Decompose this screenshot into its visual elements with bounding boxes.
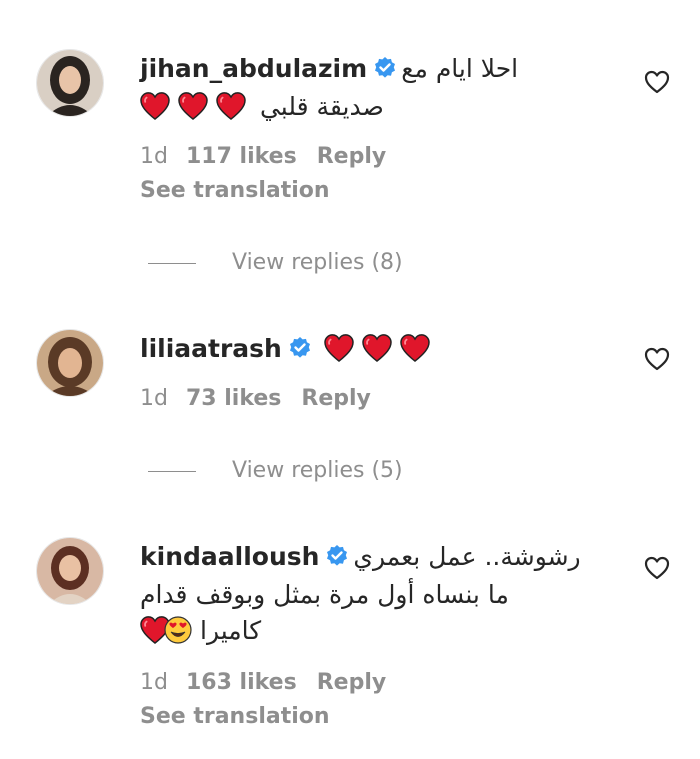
view-replies-button[interactable]: View replies (5): [148, 458, 403, 483]
avatar[interactable]: [36, 329, 104, 397]
likes-count[interactable]: 163 likes: [186, 670, 297, 695]
comment-text-line3: كاميرا: [140, 614, 261, 648]
heart-outline-icon[interactable]: [644, 70, 670, 94]
comment-body: رشوشة.. عمل بعمري: [353, 542, 581, 571]
comment-text: jihan_abdulazim احلا ايام مع: [140, 52, 518, 86]
verified-badge-icon: [325, 544, 349, 568]
likes-count[interactable]: 73 likes: [186, 386, 281, 411]
comment-text: liliaatrash: [140, 332, 430, 366]
divider-dash: [148, 262, 196, 264]
comment-meta: 1d 73 likes Reply: [140, 386, 371, 411]
verified-badge-icon: [288, 336, 312, 360]
reply-button[interactable]: Reply: [317, 670, 387, 695]
timestamp[interactable]: 1d: [140, 386, 168, 411]
heart-outline-icon[interactable]: [644, 347, 670, 371]
username[interactable]: liliaatrash: [140, 334, 282, 363]
comment-text-line2: ما بنساه أول مرة بمثل وبوقف قدام: [140, 578, 509, 612]
view-replies-label: View replies (5): [232, 458, 403, 483]
view-replies-button[interactable]: View replies (8): [148, 250, 403, 275]
username[interactable]: kindaalloush: [140, 542, 319, 571]
divider-dash: [148, 470, 196, 472]
timestamp[interactable]: 1d: [140, 144, 168, 169]
heart-emoji-group: [316, 334, 430, 363]
see-translation-button[interactable]: See translation: [140, 704, 330, 729]
username[interactable]: jihan_abdulazim: [140, 54, 367, 83]
comment-text: kindaalloush رشوشة.. عمل بعمري: [140, 540, 581, 574]
comment-body: كاميرا: [200, 616, 262, 645]
comment-body: صديقة قلبي: [259, 92, 384, 121]
verified-badge-icon: [373, 56, 397, 80]
see-translation-button[interactable]: See translation: [140, 178, 330, 203]
likes-count[interactable]: 117 likes: [186, 144, 297, 169]
red-heart-emoji-icon: [140, 92, 170, 120]
comment-text-line2: صديقة قلبي: [140, 90, 384, 124]
red-heart-emoji-icon: [216, 92, 246, 120]
timestamp[interactable]: 1d: [140, 670, 168, 695]
heart-emoji-group: [140, 92, 246, 121]
reply-button[interactable]: Reply: [301, 386, 371, 411]
red-heart-emoji-icon: [178, 92, 208, 120]
view-replies-label: View replies (8): [232, 250, 403, 275]
reply-button[interactable]: Reply: [317, 144, 387, 169]
red-heart-emoji-icon: [324, 334, 354, 362]
comment-meta: 1d 117 likes Reply: [140, 144, 386, 169]
comment-body: احلا ايام مع: [401, 54, 519, 83]
red-heart-emoji-icon: [362, 334, 392, 362]
comment-meta: 1d 163 likes Reply: [140, 670, 386, 695]
heart-outline-icon[interactable]: [644, 556, 670, 580]
comment-body: ما بنساه أول مرة بمثل وبوقف قدام: [140, 580, 509, 609]
heart-eyes-emoji-icon: [164, 616, 192, 644]
avatar[interactable]: [36, 537, 104, 605]
red-heart-emoji-icon: [400, 334, 430, 362]
avatar[interactable]: [36, 49, 104, 117]
